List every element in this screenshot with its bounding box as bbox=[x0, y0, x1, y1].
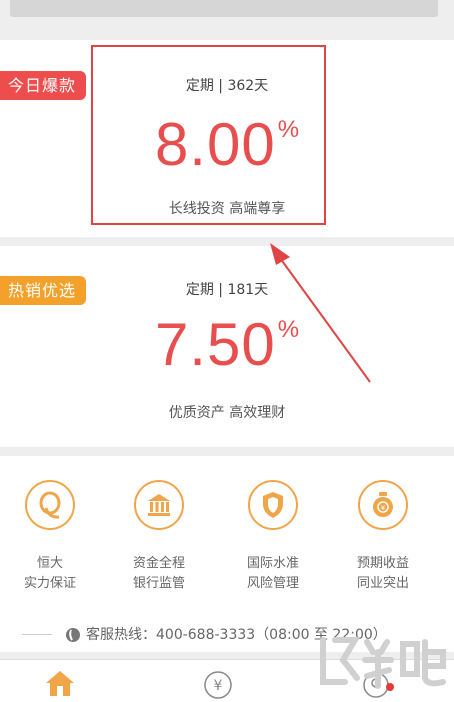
feature-label: 预期收益 同业突出 bbox=[356, 556, 409, 591]
feature-bank-supervision[interactable]: 资金全程 银行监管 bbox=[109, 480, 209, 594]
product-period: 定期 | 181天 bbox=[185, 282, 269, 298]
profile-icon bbox=[363, 672, 394, 698]
bottom-tab-bar: ¥ bbox=[0, 659, 454, 702]
hotline-text: 客服热线：400-688-3333（08:00 至 22:00） bbox=[86, 627, 387, 643]
svg-text:¥: ¥ bbox=[381, 504, 386, 512]
product-description: 优质资产 高效理财 bbox=[168, 405, 286, 421]
feature-label: 国际水准 风险管理 bbox=[246, 556, 299, 591]
feature-risk-management[interactable]: 国际水准 风险管理 bbox=[223, 480, 323, 594]
highlight-box-annotation bbox=[91, 45, 326, 225]
feature-label: 恒大 实力保证 bbox=[23, 556, 76, 591]
home-icon bbox=[46, 671, 74, 696]
moneybag-icon: ¥ bbox=[358, 480, 408, 530]
feature-evergrande[interactable]: 恒大 实力保证 bbox=[0, 480, 100, 594]
bank-icon bbox=[134, 480, 184, 530]
q-logo-icon bbox=[25, 480, 75, 530]
yen-icon: ¥ bbox=[204, 671, 232, 699]
tab-home[interactable] bbox=[40, 670, 80, 700]
feature-expected-return[interactable]: ¥ 预期收益 同业突出 bbox=[333, 480, 433, 594]
divider bbox=[22, 634, 52, 635]
features-section: 恒大 实力保证 资金全程 银行监管 国际水准 风险管理 ¥ 预期收益 同业突出 … bbox=[0, 456, 454, 652]
top-banner-placeholder bbox=[10, 0, 438, 17]
rate-unit: % bbox=[277, 316, 300, 343]
rate-value: 7.50 bbox=[154, 311, 276, 378]
product-rate: 7.50% bbox=[0, 310, 454, 379]
feature-label: 资金全程 银行监管 bbox=[132, 556, 185, 591]
shield-icon bbox=[248, 480, 298, 530]
tab-invest[interactable]: ¥ bbox=[198, 670, 238, 700]
tab-profile[interactable] bbox=[358, 670, 398, 700]
phone-icon bbox=[66, 626, 80, 642]
product-card-2[interactable]: 热销优选 定期 | 181天 7.50% 优质资产 高效理财 bbox=[0, 246, 454, 447]
svg-text:¥: ¥ bbox=[214, 678, 223, 694]
